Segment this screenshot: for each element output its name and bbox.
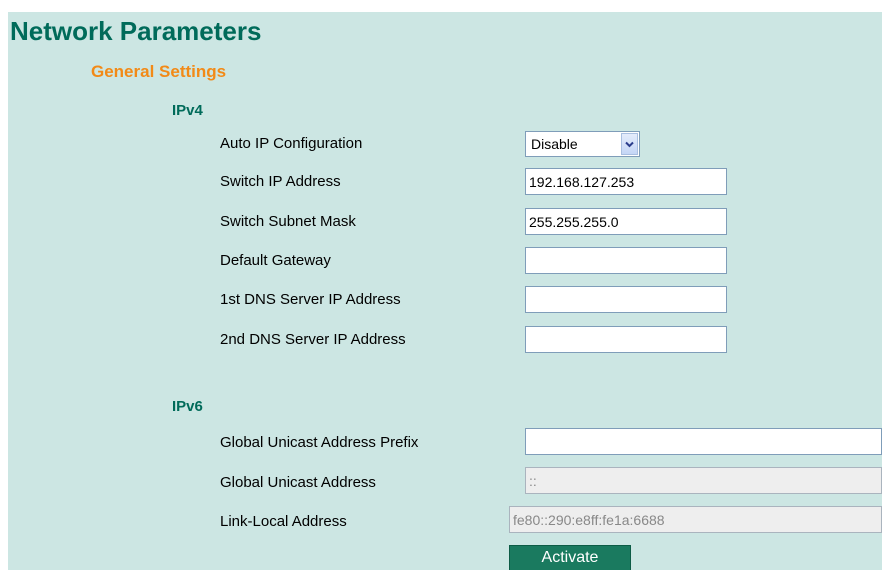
section-title: General Settings (91, 62, 227, 81)
global-address-label: Global Unicast Address (220, 474, 376, 491)
ipv4-heading: IPv4 (172, 102, 203, 119)
dns1-input[interactable] (525, 286, 727, 313)
chevron-down-icon[interactable] (621, 133, 638, 155)
switch-ip-label: Switch IP Address (220, 173, 341, 190)
global-prefix-label: Global Unicast Address Prefix (220, 434, 419, 451)
subnet-mask-input[interactable] (525, 208, 727, 235)
switch-ip-input[interactable] (525, 168, 727, 195)
auto-ip-selected-value: Disable (531, 136, 578, 152)
auto-ip-label: Auto IP Configuration (220, 135, 363, 152)
dns2-input[interactable] (525, 326, 727, 353)
link-local-field (509, 506, 882, 533)
subnet-mask-label: Switch Subnet Mask (220, 213, 356, 230)
dns1-label: 1st DNS Server IP Address (220, 291, 401, 308)
auto-ip-select[interactable]: Disable (525, 131, 640, 157)
default-gateway-input[interactable] (525, 247, 727, 274)
global-prefix-input[interactable] (525, 428, 882, 455)
page-title: Network Parameters (10, 16, 262, 46)
default-gateway-label: Default Gateway (220, 252, 331, 269)
link-local-label: Link-Local Address (220, 513, 347, 530)
global-address-field (525, 467, 882, 494)
ipv6-heading: IPv6 (172, 398, 203, 415)
dns2-label: 2nd DNS Server IP Address (220, 331, 406, 348)
activate-button[interactable]: Activate (509, 545, 631, 570)
